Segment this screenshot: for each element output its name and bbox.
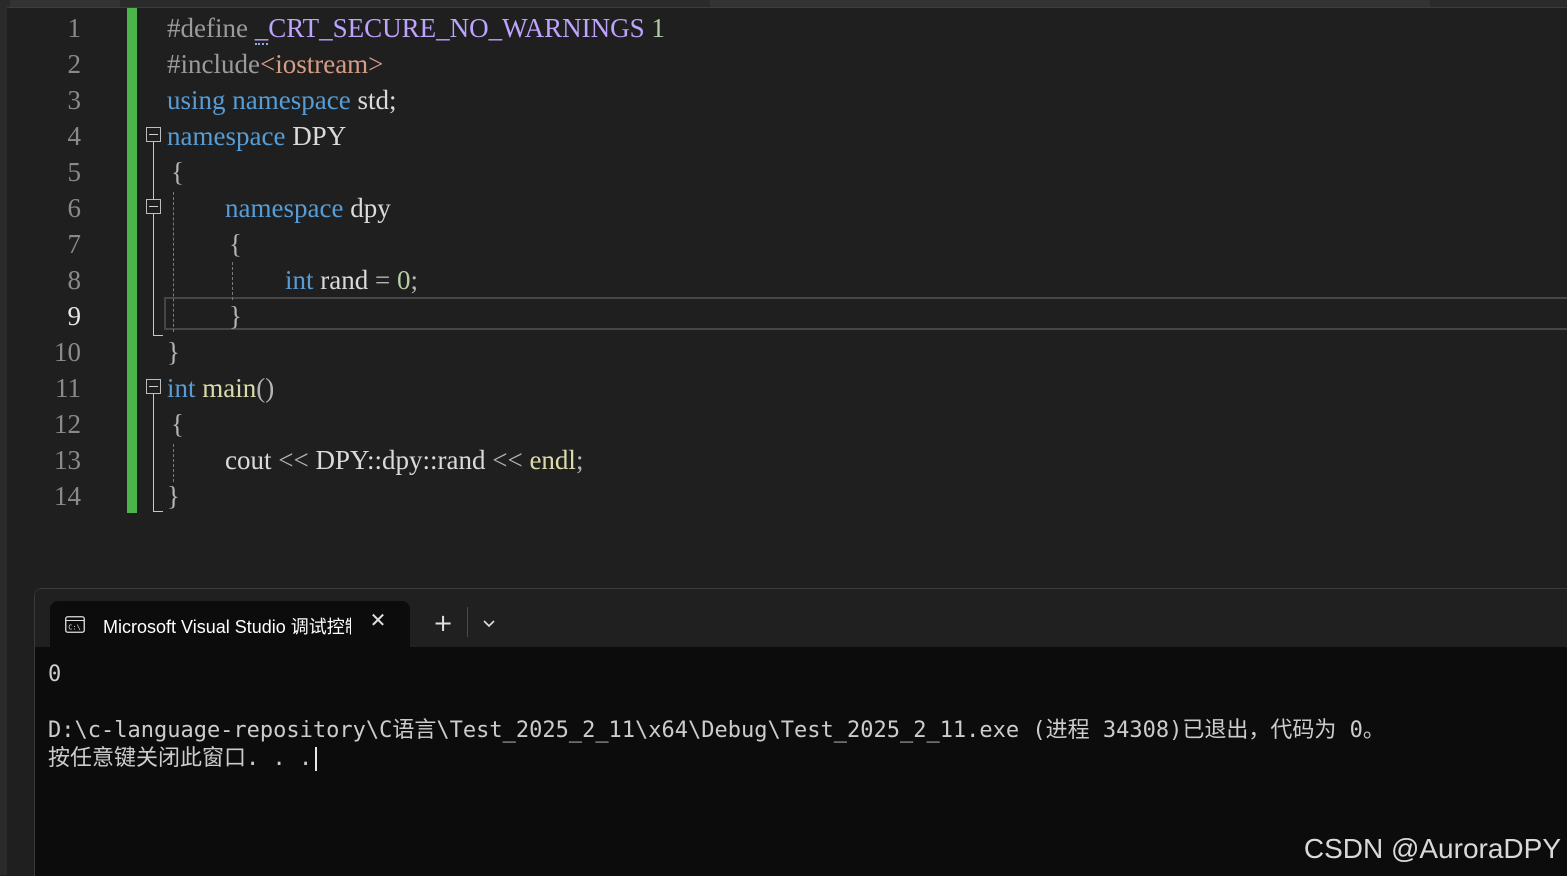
terminal-tab-title: Microsoft Visual Studio 调试控制台 [103,617,351,637]
collapse-icon[interactable] [146,379,161,394]
output-line-prompt: 按任意键关闭此窗口. . . [48,745,318,773]
code-line-9: } [229,298,242,334]
left-margin-bar [0,0,7,875]
terminal-tab-bar: C:\ Microsoft Visual Studio 调试控制台 ✕ + [35,589,1567,649]
variable: rand [313,265,375,295]
brace: { [171,409,184,439]
code-line-4: namespace DPY [167,118,346,154]
keyword: namespace [232,85,351,115]
code-line-14: } [167,478,180,514]
qualified-name: DPY::dpy::rand [308,445,493,475]
keyword: namespace [225,193,344,223]
semicolon: ; [410,265,418,295]
code-line-5: { [171,154,184,190]
semicolon: ; [575,445,584,475]
function-name: main [195,373,257,403]
line-number: 2 [67,49,82,79]
line-number: 5 [67,157,82,187]
code-editor[interactable]: 1 2 3 4 5 6 7 8 9 10 11 12 13 14 #define… [7,8,1567,588]
line-number: 8 [67,265,82,295]
brace: } [167,481,180,511]
number-literal: 0 [390,265,411,295]
svg-text:C:\: C:\ [68,624,81,632]
code-line-12: { [171,406,184,442]
macro-name-squiggle: _ [254,13,269,45]
chevron-down-icon[interactable] [479,611,499,635]
current-line-highlight [164,297,1567,330]
line-number: 6 [67,193,82,223]
macro-name: CRT_SECURE_NO_WARNINGS [268,13,645,43]
line-number: 10 [54,337,81,367]
operator: << [278,445,309,475]
code-line-2: #include<iostream> [167,46,383,82]
tab-strip-segment [710,0,1430,7]
identifier: std; [350,85,397,115]
tab-divider [467,607,468,637]
keyword: int [167,373,196,403]
operator: << [492,445,523,475]
macro-value: 1 [644,13,665,43]
keyword: using [167,85,226,115]
line-number: 12 [54,409,81,439]
indent-guide [232,262,233,300]
terminal-tab[interactable]: C:\ Microsoft Visual Studio 调试控制台 ✕ [50,601,410,649]
indent-guide [173,192,174,332]
code-line-6: namespace dpy [225,190,391,226]
line-number: 11 [55,373,81,403]
line-number: 14 [54,481,81,511]
brace: { [171,157,184,187]
directive: #define [167,13,255,43]
console-icon: C:\ [65,616,85,633]
line-number: 4 [67,121,82,151]
fold-guide-line [153,142,154,336]
tab-strip-segment [10,0,120,7]
line-number: 1 [67,13,82,43]
change-indicator-bar [127,8,137,513]
brace: { [229,229,242,259]
include-header: <iostream> [259,49,384,79]
output-line: 0 [48,662,62,687]
code-line-13: cout << DPY::dpy::rand << endl; [225,442,583,478]
watermark: CSDN @AuroraDPY [1303,833,1561,864]
line-number: 13 [54,445,81,475]
keyword: int [285,265,314,295]
brace: } [229,301,242,331]
identifier: endl [522,445,576,475]
collapse-icon[interactable] [146,199,161,214]
indent-guide [173,444,174,482]
parens: () [256,373,275,403]
fold-guide-line [153,394,154,512]
code-line-3: using namespace std; [167,82,396,118]
collapse-icon[interactable] [146,127,161,142]
brace: } [167,337,180,367]
fold-guide-end [153,335,163,336]
code-line-10: } [167,334,180,370]
directive: #include [167,49,260,79]
identifier: cout [225,445,279,475]
line-number: 3 [67,85,82,115]
operator: = [375,265,391,295]
output-line: 按任意键关闭此窗口. . . [48,746,313,771]
code-line-11: int main() [167,370,274,406]
close-icon[interactable]: ✕ [368,610,388,630]
namespace-name: DPY [285,121,347,151]
namespace-name: dpy [343,193,391,223]
code-line-8: int rand = 0; [285,262,418,298]
fold-guide-end [153,511,163,512]
editor-tab-strip [0,0,1567,8]
output-line: D:\c-language-repository\C语言\Test_2025_2… [48,718,1385,743]
new-tab-button[interactable]: + [431,611,455,635]
text-cursor [315,747,318,771]
keyword: namespace [167,121,286,151]
line-number-active: 9 [67,301,82,331]
code-line-1: #define _CRT_SECURE_NO_WARNINGS 1 [167,10,665,46]
line-number: 7 [67,229,82,259]
code-line-7: { [229,226,242,262]
